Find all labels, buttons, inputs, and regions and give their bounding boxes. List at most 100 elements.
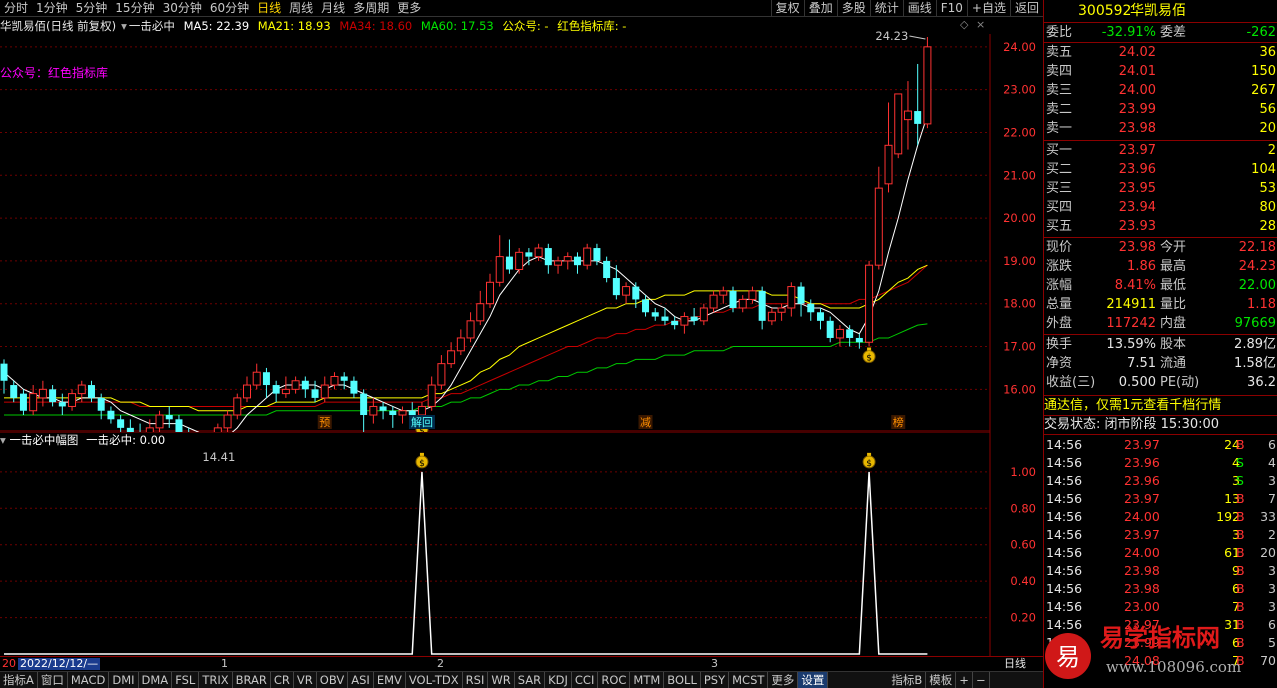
sell-level[interactable]: 卖二 23.99 56 bbox=[1044, 100, 1277, 119]
indicator-tab-21[interactable]: BOLL bbox=[664, 672, 701, 688]
candle-body bbox=[107, 410, 115, 420]
buy-level[interactable]: 买四 23.94 80 bbox=[1044, 198, 1277, 217]
candle bbox=[699, 303, 708, 326]
indicator-tab-28[interactable]: + bbox=[956, 672, 973, 688]
toolbar-button-4[interactable]: 画线 bbox=[902, 0, 936, 16]
sell-level[interactable]: 卖三 24.00 267 bbox=[1044, 81, 1277, 100]
indicator-tab-19[interactable]: ROC bbox=[598, 672, 631, 688]
tick-row: 14:56 23.97 3 B 2 bbox=[1044, 526, 1277, 544]
indicator-tab-2[interactable]: MACD bbox=[68, 672, 110, 688]
period-10[interactable]: 更多 bbox=[393, 0, 425, 16]
buy-level[interactable]: 买二 23.96 104 bbox=[1044, 160, 1277, 179]
period-6[interactable]: 日线 bbox=[253, 0, 285, 16]
period-label[interactable]: 日线 bbox=[1004, 657, 1026, 671]
candle-body bbox=[466, 320, 475, 339]
toolbar-button-3[interactable]: 统计 bbox=[869, 0, 903, 16]
buy-level[interactable]: 买一 23.97 2 bbox=[1044, 141, 1277, 160]
candle bbox=[223, 410, 232, 432]
signal-line bbox=[4, 471, 928, 655]
indicator-tab-16[interactable]: SAR bbox=[515, 672, 546, 688]
sell-level[interactable]: 卖五 24.02 36 bbox=[1044, 43, 1277, 62]
candle-body bbox=[797, 286, 805, 304]
period-3[interactable]: 15分钟 bbox=[111, 0, 158, 16]
tick-side: B bbox=[1236, 545, 1245, 560]
indicator-tab-7[interactable]: BRAR bbox=[233, 672, 271, 688]
tick-price: 24.00 bbox=[1124, 509, 1160, 524]
ma5-label: MA5: 22.39 bbox=[183, 19, 250, 33]
indicator-tab-14[interactable]: RSI bbox=[463, 672, 489, 688]
candle-body bbox=[816, 312, 824, 321]
indicator-tab-11[interactable]: ASI bbox=[348, 672, 374, 688]
indicator-tab-10[interactable]: OBV bbox=[317, 672, 349, 688]
period-0[interactable]: 分时 bbox=[0, 0, 32, 16]
toolbar-button-0[interactable]: 复权 bbox=[770, 0, 804, 16]
indicator-tab-25[interactable]: 设置 bbox=[798, 672, 829, 688]
buy-level[interactable]: 买三 23.95 53 bbox=[1044, 179, 1277, 198]
stat-label: PE(动) bbox=[1160, 375, 1200, 390]
candle-body bbox=[437, 363, 446, 386]
period-5[interactable]: 60分钟 bbox=[206, 0, 253, 16]
period-4[interactable]: 30分钟 bbox=[159, 0, 206, 16]
indicator-tab-22[interactable]: PSY bbox=[701, 672, 730, 688]
sell-level[interactable]: 卖四 24.01 150 bbox=[1044, 62, 1277, 81]
tick-row: 14:56 23.97 24 B 6 bbox=[1044, 436, 1277, 454]
candle-body bbox=[0, 363, 8, 381]
indicator-tab-1[interactable]: 窗口 bbox=[38, 672, 68, 688]
toolbar-button-1[interactable]: 叠加 bbox=[803, 0, 837, 16]
diamond-icon[interactable]: ◇ bbox=[960, 18, 968, 31]
indicator-tab-9[interactable]: VR bbox=[294, 672, 317, 688]
close-icon[interactable]: × bbox=[976, 18, 985, 31]
stat-row: 收益(三) 0.500 PE(动) 36.2 bbox=[1044, 373, 1277, 392]
sub-indicator-chart[interactable]: $ $ 0.20 0.40 0.60 0.80 1.00 bbox=[0, 432, 1043, 656]
candle bbox=[117, 415, 125, 432]
tick-time: 14:56 bbox=[1046, 491, 1083, 506]
indicator-name[interactable]: 一击必中 bbox=[129, 19, 175, 33]
period-1[interactable]: 1分钟 bbox=[32, 0, 72, 16]
promo-text[interactable]: 通达信，仅需1元查看千档行情 bbox=[1044, 396, 1277, 415]
tick-count: 2 bbox=[1268, 527, 1276, 542]
tick-row: 14:56 23.98 6 B 3 bbox=[1044, 580, 1277, 598]
period-2[interactable]: 5分钟 bbox=[72, 0, 112, 16]
indicator-tab-18[interactable]: CCI bbox=[572, 672, 599, 688]
month-label-1: 1 bbox=[221, 657, 228, 670]
indicator-tab-29[interactable]: − bbox=[973, 672, 990, 688]
period-9[interactable]: 多周期 bbox=[349, 0, 393, 16]
candle bbox=[272, 380, 280, 403]
sub-title: 一击必中幅图 bbox=[9, 433, 79, 447]
candle bbox=[612, 265, 620, 300]
candle-body bbox=[476, 303, 485, 322]
level-label: 买五 bbox=[1046, 219, 1073, 234]
period-7[interactable]: 周线 bbox=[285, 0, 317, 16]
sell-level[interactable]: 卖一 23.98 20 bbox=[1044, 119, 1277, 138]
period-8[interactable]: 月线 bbox=[317, 0, 349, 16]
tick-price: 23.98 bbox=[1124, 581, 1160, 596]
indicator-tab-20[interactable]: MTM bbox=[630, 672, 665, 688]
indicator-tab-0[interactable]: 指标A bbox=[0, 672, 38, 688]
indicator-tab-5[interactable]: FSL bbox=[172, 672, 200, 688]
main-kline-chart[interactable]: $$预 解回减榜 16.0017.0018.0019.0020.0021.0022… bbox=[0, 34, 1043, 432]
indicator-tab-6[interactable]: TRIX bbox=[199, 672, 233, 688]
indicator-tab-13[interactable]: VOL-TDX bbox=[406, 672, 463, 688]
tick-count: 6 bbox=[1268, 437, 1276, 452]
indicator-tab-12[interactable]: EMV bbox=[374, 672, 406, 688]
indicator-dropdown-icon[interactable]: ▾ bbox=[121, 19, 127, 33]
indicator-tab-24[interactable]: 更多 bbox=[768, 672, 799, 688]
stat-value: 22.18 bbox=[1238, 240, 1276, 255]
indicator-tab-17[interactable]: KDJ bbox=[545, 672, 572, 688]
indicator-tab-4[interactable]: DMA bbox=[139, 672, 173, 688]
high-price-label: 24.23 bbox=[875, 28, 909, 43]
indicator-tab-3[interactable]: DMI bbox=[109, 672, 139, 688]
toolbar-button-7[interactable]: 返回 bbox=[1009, 0, 1043, 16]
toolbar-button-5[interactable]: F10 bbox=[935, 0, 967, 16]
indicator-tab-8[interactable]: CR bbox=[271, 672, 294, 688]
buy-level[interactable]: 买五 23.93 28 bbox=[1044, 217, 1277, 236]
indicator-tab-15[interactable]: WR bbox=[488, 672, 515, 688]
indicator-tab-23[interactable]: MCST bbox=[729, 672, 769, 688]
indicator-tab-27[interactable]: 模板 bbox=[926, 672, 957, 688]
candle-body bbox=[38, 388, 47, 399]
sub-dropdown-icon[interactable]: ▾ bbox=[0, 433, 6, 447]
candle bbox=[389, 406, 397, 428]
toolbar-button-2[interactable]: 多股 bbox=[836, 0, 870, 16]
toolbar-button-6[interactable]: +自选 bbox=[966, 0, 1010, 16]
indicator-tab-26[interactable]: 指标B bbox=[888, 672, 927, 688]
